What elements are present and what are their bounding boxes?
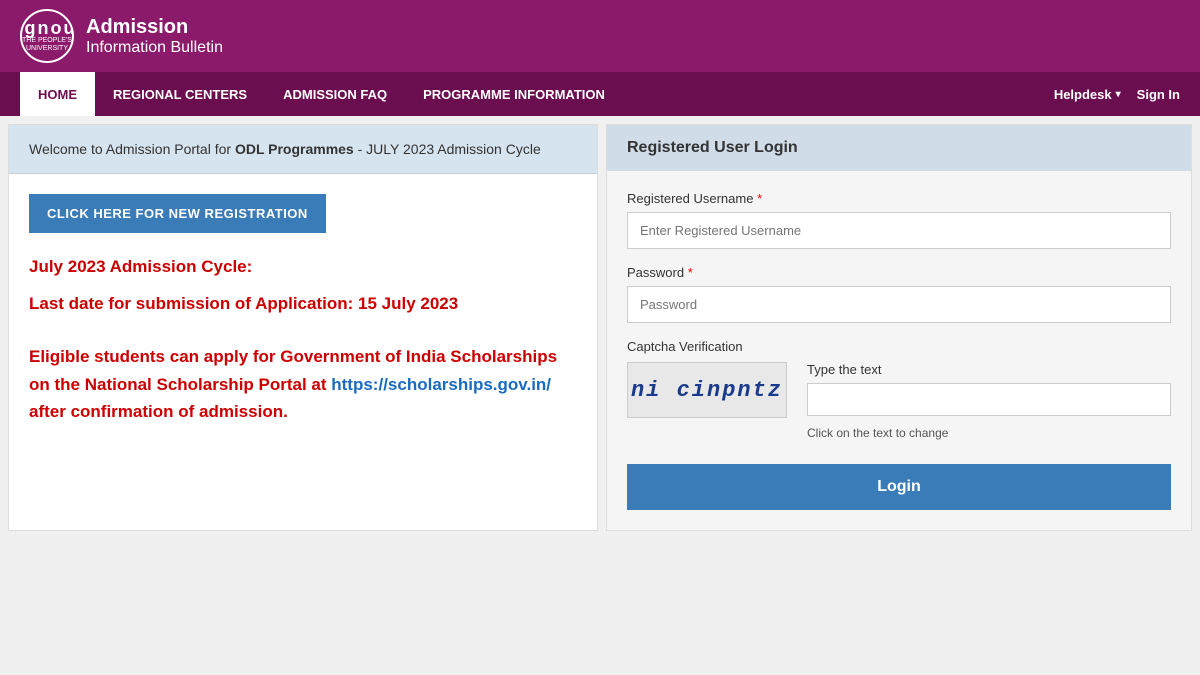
password-label: Password *	[627, 265, 1171, 280]
welcome-suffix: - JULY 2023 Admission Cycle	[354, 141, 541, 157]
logo-circle: ignou THE PEOPLE'S UNIVERSITY	[20, 9, 74, 63]
chevron-down-icon: ▾	[1116, 89, 1121, 100]
captcha-section: Captcha Verification ni cinpntz Type the…	[627, 339, 1171, 440]
captcha-image[interactable]: ni cinpntz	[627, 362, 787, 418]
login-box: Registered User Login Registered Usernam…	[606, 124, 1192, 531]
helpdesk-label: Helpdesk	[1054, 87, 1112, 102]
password-group: Password *	[627, 265, 1171, 323]
login-header: Registered User Login	[607, 125, 1191, 171]
captcha-label: Captcha Verification	[627, 339, 1171, 354]
welcome-banner: Welcome to Admission Portal for ODL Prog…	[9, 125, 597, 174]
info-scholarship: Eligible students can apply for Governme…	[29, 343, 577, 425]
new-registration-button[interactable]: CLICK HERE FOR NEW REGISTRATION	[29, 194, 326, 233]
scholarship-link[interactable]: https://scholarships.gov.in/	[331, 375, 551, 394]
header-title-line1: Admission	[86, 16, 223, 39]
username-input[interactable]	[627, 212, 1171, 249]
welcome-bold: ODL Programmes	[235, 141, 354, 157]
nav-right: Helpdesk ▾ Sign In	[1054, 87, 1180, 102]
nav-item-home[interactable]: HOME	[20, 72, 95, 116]
captcha-input[interactable]	[807, 383, 1171, 416]
logo-sub2: UNIVERSITY	[26, 45, 68, 53]
logo-area: ignou THE PEOPLE'S UNIVERSITY Admission …	[20, 9, 223, 63]
helpdesk-button[interactable]: Helpdesk ▾	[1054, 87, 1121, 102]
username-label: Registered Username *	[627, 191, 1171, 206]
login-body: Registered Username * Password * Captcha…	[607, 171, 1191, 530]
navbar: HOME REGIONAL CENTERS ADMISSION FAQ PROG…	[0, 72, 1200, 116]
main-content: Welcome to Admission Portal for ODL Prog…	[0, 116, 1200, 539]
username-required: *	[757, 191, 762, 206]
username-group: Registered Username *	[627, 191, 1171, 249]
left-panel: Welcome to Admission Portal for ODL Prog…	[8, 124, 598, 531]
signin-button[interactable]: Sign In	[1137, 87, 1180, 102]
info-admission-cycle: July 2023 Admission Cycle:	[29, 253, 577, 280]
captcha-right: Type the text Click on the text to chang…	[807, 362, 1171, 440]
left-content: CLICK HERE FOR NEW REGISTRATION July 202…	[9, 174, 597, 455]
nav-item-programme[interactable]: PROGRAMME INFORMATION	[405, 72, 623, 116]
password-required: *	[688, 265, 693, 280]
info-last-date: Last date for submission of Application:…	[29, 290, 577, 317]
logo-sub1: THE PEOPLE'S	[22, 37, 72, 45]
header: ignou THE PEOPLE'S UNIVERSITY Admission …	[0, 0, 1200, 72]
password-input[interactable]	[627, 286, 1171, 323]
header-title: Admission Information Bulletin	[86, 16, 223, 57]
login-button[interactable]: Login	[627, 464, 1171, 510]
captcha-hint: Click on the text to change	[807, 426, 1171, 440]
nav-item-faq[interactable]: ADMISSION FAQ	[265, 72, 405, 116]
nav-left: HOME REGIONAL CENTERS ADMISSION FAQ PROG…	[20, 72, 1054, 116]
welcome-prefix: Welcome to Admission Portal for	[29, 141, 235, 157]
logo-ignou-text: ignou	[20, 19, 74, 37]
captcha-row: ni cinpntz Type the text Click on the te…	[627, 362, 1171, 440]
right-panel: Registered User Login Registered Usernam…	[606, 124, 1192, 531]
nav-item-regional[interactable]: REGIONAL CENTERS	[95, 72, 265, 116]
captcha-type-label: Type the text	[807, 362, 1171, 377]
header-title-line2: Information Bulletin	[86, 39, 223, 57]
